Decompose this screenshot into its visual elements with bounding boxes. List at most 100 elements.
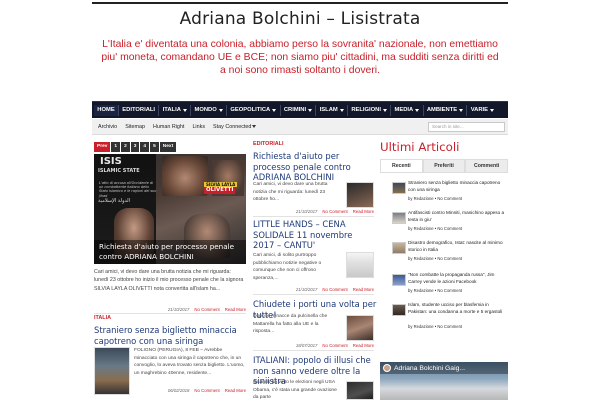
nav-item-media[interactable]: MEDIA — [391, 104, 424, 116]
chevron-down-icon — [339, 108, 344, 112]
post-thumbnail[interactable] — [346, 315, 374, 341]
post-excerpt: FOLIGNO (PERUGIA), 8 FEB – Avrebbe minac… — [134, 348, 245, 376]
post-title[interactable]: LITTLE HANDS – CENA SOLIDALE 11 novembre… — [253, 219, 363, 251]
sidebar-thumbnail[interactable] — [392, 304, 406, 316]
post-date: 21/10/2017 — [295, 209, 318, 214]
tab-preferiti[interactable]: Preferiti — [422, 159, 466, 172]
sidebar-item-title[interactable]: Straniero senza biglietto minaccia capot… — [408, 180, 508, 194]
sidebar-item-title[interactable]: Disastro demografico, Istat: nascite al … — [408, 240, 508, 254]
post-meta: 21/10/2017 No Comment Read More — [94, 307, 246, 312]
read-more-link[interactable]: Read More — [353, 209, 374, 214]
post-thumbnail[interactable] — [94, 347, 130, 395]
post-thumbnail[interactable] — [346, 182, 374, 208]
chevron-down-icon — [490, 108, 494, 112]
avatar — [383, 364, 391, 372]
post-date: 21/10/2017 — [295, 287, 318, 292]
read-more-link[interactable]: Read More — [353, 343, 374, 348]
divider — [253, 216, 374, 217]
comments-link[interactable]: No Comment — [322, 343, 347, 348]
category-label[interactable]: EDITORIALI — [253, 141, 283, 147]
sidebar-item[interactable]: Disastro demografico, Istat: nascite al … — [380, 240, 508, 270]
sidebar-item-meta: by Redazione • No Comment — [408, 196, 463, 201]
nav-label: VARIE — [470, 106, 488, 113]
tab-recenti[interactable]: Recenti — [380, 159, 423, 172]
sidebar-item-meta: by Redazione • No Comment — [408, 226, 463, 231]
slider-page-5[interactable]: 5 — [150, 142, 159, 152]
category-label[interactable]: ITALIA — [94, 315, 111, 321]
sidebar-item[interactable]: Islam, studente ucciso per blasfemia in … — [380, 302, 508, 332]
chevron-down-icon — [415, 108, 420, 112]
sidebar-item-meta: by Redazione • No Comment — [408, 324, 463, 329]
read-more-link[interactable]: Read More — [225, 388, 246, 393]
post-meta: 06/02/2018 No Comment Read More — [134, 388, 246, 393]
post-date: 18/07/2017 — [295, 343, 318, 348]
search-input[interactable]: Search in site... — [428, 122, 505, 132]
slider-page-1[interactable]: 1 — [111, 142, 121, 152]
nav-item-ambiente[interactable]: AMBIENTE — [424, 104, 468, 116]
post-meta: 21/10/2017 No Comment Read More — [253, 209, 374, 214]
sidebar-thumbnail[interactable] — [392, 212, 406, 224]
nav-item-crimini[interactable]: CRIMINI — [281, 104, 317, 116]
subnav-archivio[interactable]: Archivio — [94, 124, 121, 130]
slider-excerpt: Cari amici, vi devo dare una brutta noti… — [94, 269, 244, 292]
subnav-sitemap[interactable]: Sitemap — [121, 124, 149, 130]
sidebar-item[interactable]: "Non combatte la propaganda russa", Jim … — [380, 272, 508, 302]
sidebar-thumbnail[interactable] — [392, 274, 406, 286]
post-thumbnail[interactable] — [346, 252, 374, 278]
video-title[interactable]: Adriana Bolchini Gaig... — [394, 365, 465, 372]
video-embed[interactable]: Adriana Bolchini Gaig... — [380, 362, 508, 400]
slider-page-2[interactable]: 2 — [121, 142, 130, 152]
comments-link[interactable]: No Comment — [322, 287, 347, 292]
nav-label: MONDO — [194, 106, 217, 113]
sidebar-thumbnail[interactable] — [392, 182, 406, 194]
subnav-label: Stay Connected — [213, 123, 252, 130]
comments-link[interactable]: No Comment — [194, 307, 219, 312]
read-more-link[interactable]: Read More — [353, 287, 374, 292]
subnav-stay-connected[interactable]: Stay Connected — [209, 124, 260, 130]
nav-label: EDITORIALI — [122, 106, 156, 113]
site-title[interactable]: Adriana Bolchini – Lisistrata — [0, 9, 600, 29]
subnav-human-right[interactable]: Human Right — [149, 124, 188, 130]
nav-item-religioni[interactable]: RELIGIONI — [348, 104, 392, 116]
sidebar-item-meta: by Redazione • No Comment — [408, 288, 463, 293]
nav-item-islam[interactable]: ISLAM — [316, 104, 349, 116]
slider-isis-text: ISIS — [100, 156, 122, 167]
slider-image[interactable]: ISIS ISLAMIC STATE L'atto di accusa all'… — [94, 154, 246, 264]
nav-item-geopolitica[interactable]: GEOPOLITICA — [227, 104, 281, 116]
read-more-link[interactable]: Read More — [225, 307, 246, 312]
slider-caption[interactable]: Richiesta d'aiuto per processo penale co… — [94, 240, 246, 264]
post-date: 21/10/2017 — [167, 307, 190, 312]
subnav-links[interactable]: Links — [188, 124, 209, 130]
sidebar-item-title[interactable]: "Non combatte la propaganda russa", Jim … — [408, 272, 508, 286]
slider-page-4[interactable]: 4 — [140, 142, 150, 152]
nav-item-varie[interactable]: VARIE — [467, 105, 497, 116]
slider-prev-button[interactable]: Prev — [94, 142, 111, 152]
sidebar-item[interactable]: Straniero senza biglietto minaccia capot… — [380, 180, 508, 210]
chevron-down-icon — [252, 125, 257, 128]
secondary-nav: Archivio Sitemap Human Right Links Stay … — [92, 119, 508, 135]
sidebar-item-title[interactable]: Islam, studente ucciso per blasfemia in … — [408, 302, 508, 316]
sidebar-item-title[interactable]: Antifascisti contro Minniti, manichino a… — [408, 210, 508, 224]
post-meta: 21/10/2017 No Comment Read More — [253, 287, 374, 292]
slider-cover-text: L'atto di accusa all'Occidente di un com… — [99, 181, 157, 198]
tab-commenti[interactable]: Commenti — [465, 159, 509, 172]
post-title[interactable]: Straniero senza biglietto minaccia capot… — [94, 325, 254, 346]
sidebar-item[interactable]: Antifascisti contro Minniti, manichino a… — [380, 210, 508, 240]
post-excerpt: Quando ha vinto le elezioni negli USA Ob… — [253, 380, 337, 400]
comments-link[interactable]: No Comment — [322, 209, 347, 214]
post-title[interactable]: Richiesta d'aiuto per processo penale co… — [253, 151, 373, 183]
post-excerpt: Dopo le minacce da pulcinella che Mattar… — [253, 314, 328, 334]
nav-item-mondo[interactable]: MONDO — [191, 104, 228, 116]
post-thumbnail[interactable] — [346, 381, 374, 400]
nav-label: GEOPOLITICA — [230, 106, 271, 113]
nav-item-home[interactable]: HOME — [94, 104, 119, 116]
nav-item-editoriali[interactable]: EDITORIALI — [119, 104, 160, 116]
chevron-down-icon — [382, 108, 387, 112]
post-meta: 18/07/2017 No Comment Read More — [253, 343, 374, 348]
comments-link[interactable]: No Comment — [194, 388, 219, 393]
slider-next-button[interactable]: Next — [159, 142, 177, 152]
nav-label: CRIMINI — [283, 106, 307, 113]
sidebar-thumbnail[interactable] — [392, 242, 406, 254]
nav-item-italia[interactable]: ITALIA — [159, 104, 192, 116]
slider-page-3[interactable]: 3 — [130, 142, 140, 152]
